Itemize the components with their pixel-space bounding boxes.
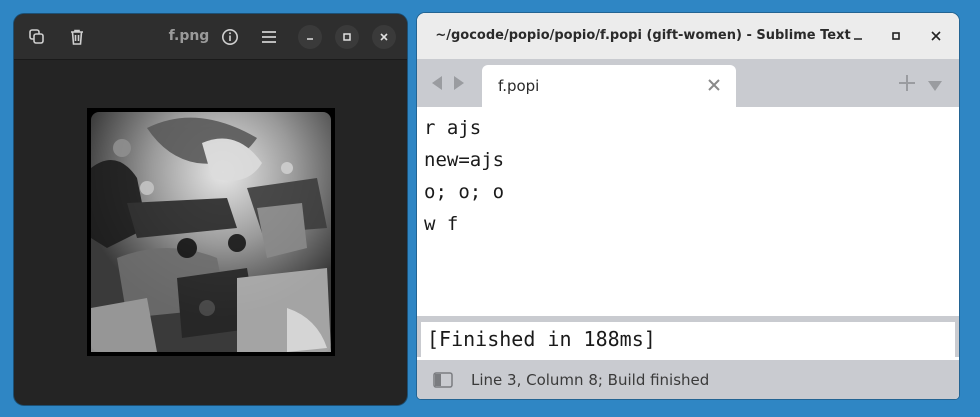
close-icon[interactable]	[372, 25, 396, 49]
minimize-icon[interactable]	[847, 25, 869, 47]
maximize-icon[interactable]	[885, 25, 907, 47]
displayed-image	[87, 108, 335, 356]
build-output-panel[interactable]: [Finished in 188ms]	[421, 322, 955, 357]
forward-arrow-icon[interactable]	[452, 75, 466, 95]
status-text: Line 3, Column 8; Build finished	[471, 371, 710, 389]
code-line: w f	[424, 213, 459, 235]
copy-icon[interactable]	[24, 24, 50, 50]
trash-icon[interactable]	[64, 24, 90, 50]
menu-icon[interactable]	[256, 24, 282, 50]
add-tab-icon[interactable]	[898, 74, 916, 96]
code-editor[interactable]: r ajs new=ajs o; o; o w f	[417, 107, 959, 313]
back-arrow-icon[interactable]	[430, 75, 444, 95]
viewer-header: f.png	[14, 14, 407, 60]
tab-bar: f.popi	[417, 59, 959, 107]
minimize-icon[interactable]	[298, 25, 322, 49]
sublime-text-window: ~/gocode/popio/popio/f.popi (gift-women)…	[417, 13, 959, 399]
code-line: r ajs	[424, 117, 482, 139]
tab-f-popi[interactable]: f.popi	[482, 65, 736, 107]
tab-close-icon[interactable]	[706, 77, 722, 93]
maximize-icon[interactable]	[335, 25, 359, 49]
code-line: o; o; o	[424, 181, 505, 203]
info-icon[interactable]	[217, 24, 243, 50]
status-bar: Line 3, Column 8; Build finished	[417, 360, 959, 399]
tab-label: f.popi	[498, 77, 540, 95]
build-output-text: [Finished in 188ms]	[427, 327, 656, 351]
image-viewer-window: f.png	[14, 14, 407, 405]
titlebar: ~/gocode/popio/popio/f.popi (gift-women)…	[417, 13, 959, 59]
dropdown-icon[interactable]	[927, 77, 943, 96]
window-title: ~/gocode/popio/popio/f.popi (gift-women)…	[435, 28, 851, 43]
close-icon[interactable]	[925, 25, 947, 47]
panel-toggle-icon[interactable]	[433, 372, 453, 388]
code-line: new=ajs	[424, 149, 505, 171]
